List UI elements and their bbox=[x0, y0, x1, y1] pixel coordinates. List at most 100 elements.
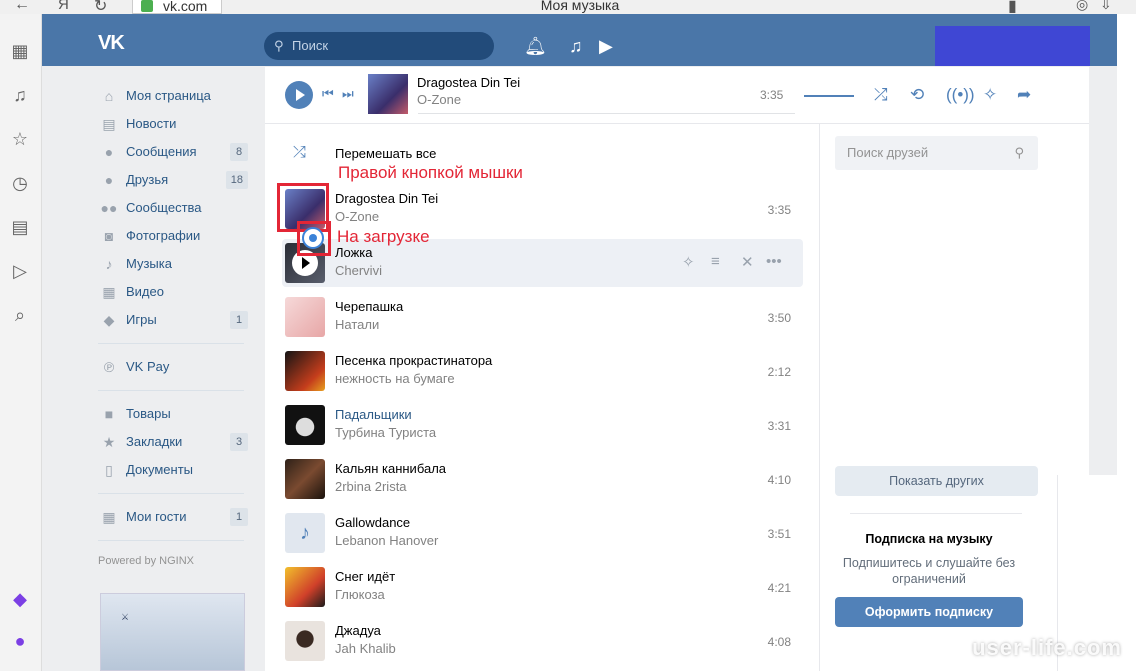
history-icon[interactable]: ◷ bbox=[9, 172, 31, 194]
music-note-icon[interactable]: ♫ bbox=[569, 36, 583, 57]
track-row[interactable]: Снег идёт Глюкоза 4:21 bbox=[282, 563, 803, 611]
header-block bbox=[935, 26, 1090, 66]
progress-bar[interactable] bbox=[418, 113, 795, 114]
apps-grid-icon[interactable]: ▦ bbox=[9, 40, 31, 62]
play-header-icon[interactable]: ▶ bbox=[599, 36, 613, 57]
nav-item-documents[interactable]: ▯ Документы bbox=[98, 456, 258, 484]
nav-divider bbox=[98, 540, 244, 541]
shuffle-icon[interactable]: ⤮ bbox=[874, 85, 888, 105]
nav-item-guests[interactable]: ▦ Мои гости 1 bbox=[98, 503, 258, 531]
downloads-icon[interactable]: ⇩ bbox=[1100, 0, 1112, 13]
alice-app-icon[interactable]: ◆ bbox=[9, 588, 31, 610]
track-row[interactable]: Падальщики Турбина Туриста 3:31 bbox=[282, 401, 803, 449]
alice-icon[interactable]: ● bbox=[9, 630, 31, 652]
track-artist[interactable]: Натали bbox=[335, 317, 379, 332]
track-artist[interactable]: Jah Khalib bbox=[335, 641, 396, 656]
prev-icon[interactable]: ⏮ bbox=[322, 86, 334, 102]
collections-icon[interactable]: ▤ bbox=[9, 216, 31, 238]
track-artist[interactable]: O-Zone bbox=[335, 209, 379, 224]
track-artist[interactable]: Турбина Туриста bbox=[335, 425, 436, 440]
vk-logo[interactable]: VK bbox=[98, 32, 125, 55]
track-artist[interactable]: Chervivi bbox=[335, 263, 382, 278]
track-artist[interactable]: Lebanon Hanover bbox=[335, 533, 438, 548]
track-artist[interactable]: нежность на бумаге bbox=[335, 371, 455, 386]
notifications-icon[interactable]: 🔔︎ bbox=[524, 36, 547, 57]
remove-icon[interactable]: ✕ bbox=[741, 253, 754, 271]
count-badge: 1 bbox=[230, 508, 248, 526]
nav-divider bbox=[98, 343, 244, 344]
nav-item-photos[interactable]: ◙ Фотографии bbox=[98, 222, 258, 250]
track-cover[interactable] bbox=[285, 351, 325, 391]
track-cover[interactable] bbox=[285, 297, 325, 337]
bell-icon[interactable]: ♫ bbox=[9, 84, 31, 106]
search-input[interactable]: ⚲ Поиск bbox=[264, 32, 494, 60]
now-playing-artist[interactable]: O-Zone bbox=[417, 92, 461, 107]
nav-item-vkpay[interactable]: ℗ VK Pay bbox=[98, 353, 258, 381]
friends-icon: ● bbox=[104, 172, 114, 188]
star-icon[interactable]: ☆ bbox=[9, 128, 31, 150]
powered-by: Powered by NGINX bbox=[98, 555, 194, 567]
count-badge: 18 bbox=[225, 171, 248, 189]
search-page-icon[interactable]: ⌕ bbox=[9, 304, 31, 326]
page-title: Моя музыка bbox=[540, 0, 620, 13]
repeat-icon[interactable]: ⟲ bbox=[910, 85, 924, 105]
track-title: Dragostea Din Tei bbox=[335, 191, 439, 206]
search-icon: ⚲ bbox=[1014, 145, 1024, 160]
nav-item-games[interactable]: ◆ Игры 1 bbox=[98, 306, 258, 334]
now-playing-time: 3:35 bbox=[760, 88, 784, 102]
track-artist[interactable]: Глюкоза bbox=[335, 587, 385, 602]
nav-item-news[interactable]: ▤ Новости bbox=[98, 110, 258, 138]
nav-item-messages[interactable]: ● Сообщения 8 bbox=[98, 138, 258, 166]
download-icon[interactable] bbox=[302, 227, 324, 249]
volume-slider[interactable] bbox=[804, 95, 854, 97]
nav-item-bookmarks[interactable]: ★ Закладки 3 bbox=[98, 428, 258, 456]
friend-search-input[interactable]: Поиск друзей ⚲ bbox=[835, 136, 1038, 170]
next-icon[interactable]: ⏭ bbox=[342, 86, 354, 102]
track-cover[interactable] bbox=[285, 405, 325, 445]
track-cover[interactable] bbox=[285, 621, 325, 661]
track-artist[interactable]: 2rbina 2rista bbox=[335, 479, 407, 494]
play-button[interactable] bbox=[285, 81, 313, 109]
track-title: Песенка прокрастинатора bbox=[335, 353, 493, 368]
track-row[interactable]: Кальян каннибала 2rbina 2rista 4:10 bbox=[282, 455, 803, 503]
track-row[interactable]: ♪ Gallowdance Lebanon Hanover 3:51 bbox=[282, 509, 803, 557]
track-title: Падальщики bbox=[335, 407, 412, 422]
track-cover[interactable] bbox=[285, 567, 325, 607]
bookmark-icon[interactable]: ▮ bbox=[1008, 0, 1017, 14]
bag-icon: ■ bbox=[104, 406, 114, 422]
broadcast-icon[interactable]: ((•)) bbox=[946, 85, 975, 105]
more-icon[interactable]: ••• bbox=[766, 253, 782, 270]
ad-banner[interactable]: ⚔ bbox=[100, 593, 245, 671]
track-row[interactable]: Черепашка Натали 3:50 bbox=[282, 293, 803, 341]
search-icon: ⚲ bbox=[274, 38, 284, 53]
play-next-icon[interactable]: ≡ bbox=[711, 253, 720, 270]
watermark: user-life.com bbox=[972, 635, 1122, 660]
track-row[interactable]: Джадуа Jah Khalib 4:08 bbox=[282, 617, 803, 665]
recommendations-icon[interactable]: ✧ bbox=[983, 85, 997, 105]
track-row[interactable]: Dragostea Din Tei O-Zone 3:35 bbox=[282, 185, 803, 233]
video-play-icon[interactable]: ▷ bbox=[9, 260, 31, 282]
track-title: Джадуа bbox=[335, 623, 381, 638]
friend-search-placeholder: Поиск друзей bbox=[847, 145, 929, 160]
vk-header: VK ⚲ Поиск 🔔︎ ♫ ▶ bbox=[42, 14, 1117, 66]
track-cover[interactable]: ♪ bbox=[285, 513, 325, 553]
nav-item-friends[interactable]: ● Друзья 18 bbox=[98, 166, 258, 194]
track-cover[interactable] bbox=[285, 459, 325, 499]
messages-icon: ● bbox=[104, 144, 114, 160]
nav-item-music[interactable]: ♪ Музыка bbox=[98, 250, 258, 278]
recommendations-icon[interactable]: ✧ bbox=[682, 253, 695, 271]
extension-icon[interactable]: ◎ bbox=[1076, 0, 1088, 13]
nav-divider bbox=[98, 493, 244, 494]
nav-item-video[interactable]: ▦ Видео bbox=[98, 278, 258, 306]
nav-item-groups[interactable]: ●● Сообщества bbox=[98, 194, 258, 222]
track-duration: 3:31 bbox=[767, 419, 791, 433]
share-icon[interactable]: ➦ bbox=[1017, 85, 1031, 105]
subscribe-button[interactable]: Оформить подписку bbox=[835, 597, 1023, 627]
track-row[interactable]: Песенка прокрастинатора нежность на бума… bbox=[282, 347, 803, 395]
nav-item-goods[interactable]: ■ Товары bbox=[98, 400, 258, 428]
groups-icon: ●● bbox=[100, 200, 118, 216]
track-duration: 4:10 bbox=[767, 473, 791, 487]
search-placeholder: Поиск bbox=[292, 38, 329, 53]
nav-item-my-page[interactable]: ⌂ Моя страница bbox=[98, 82, 258, 110]
show-others-button[interactable]: Показать других bbox=[835, 466, 1038, 496]
